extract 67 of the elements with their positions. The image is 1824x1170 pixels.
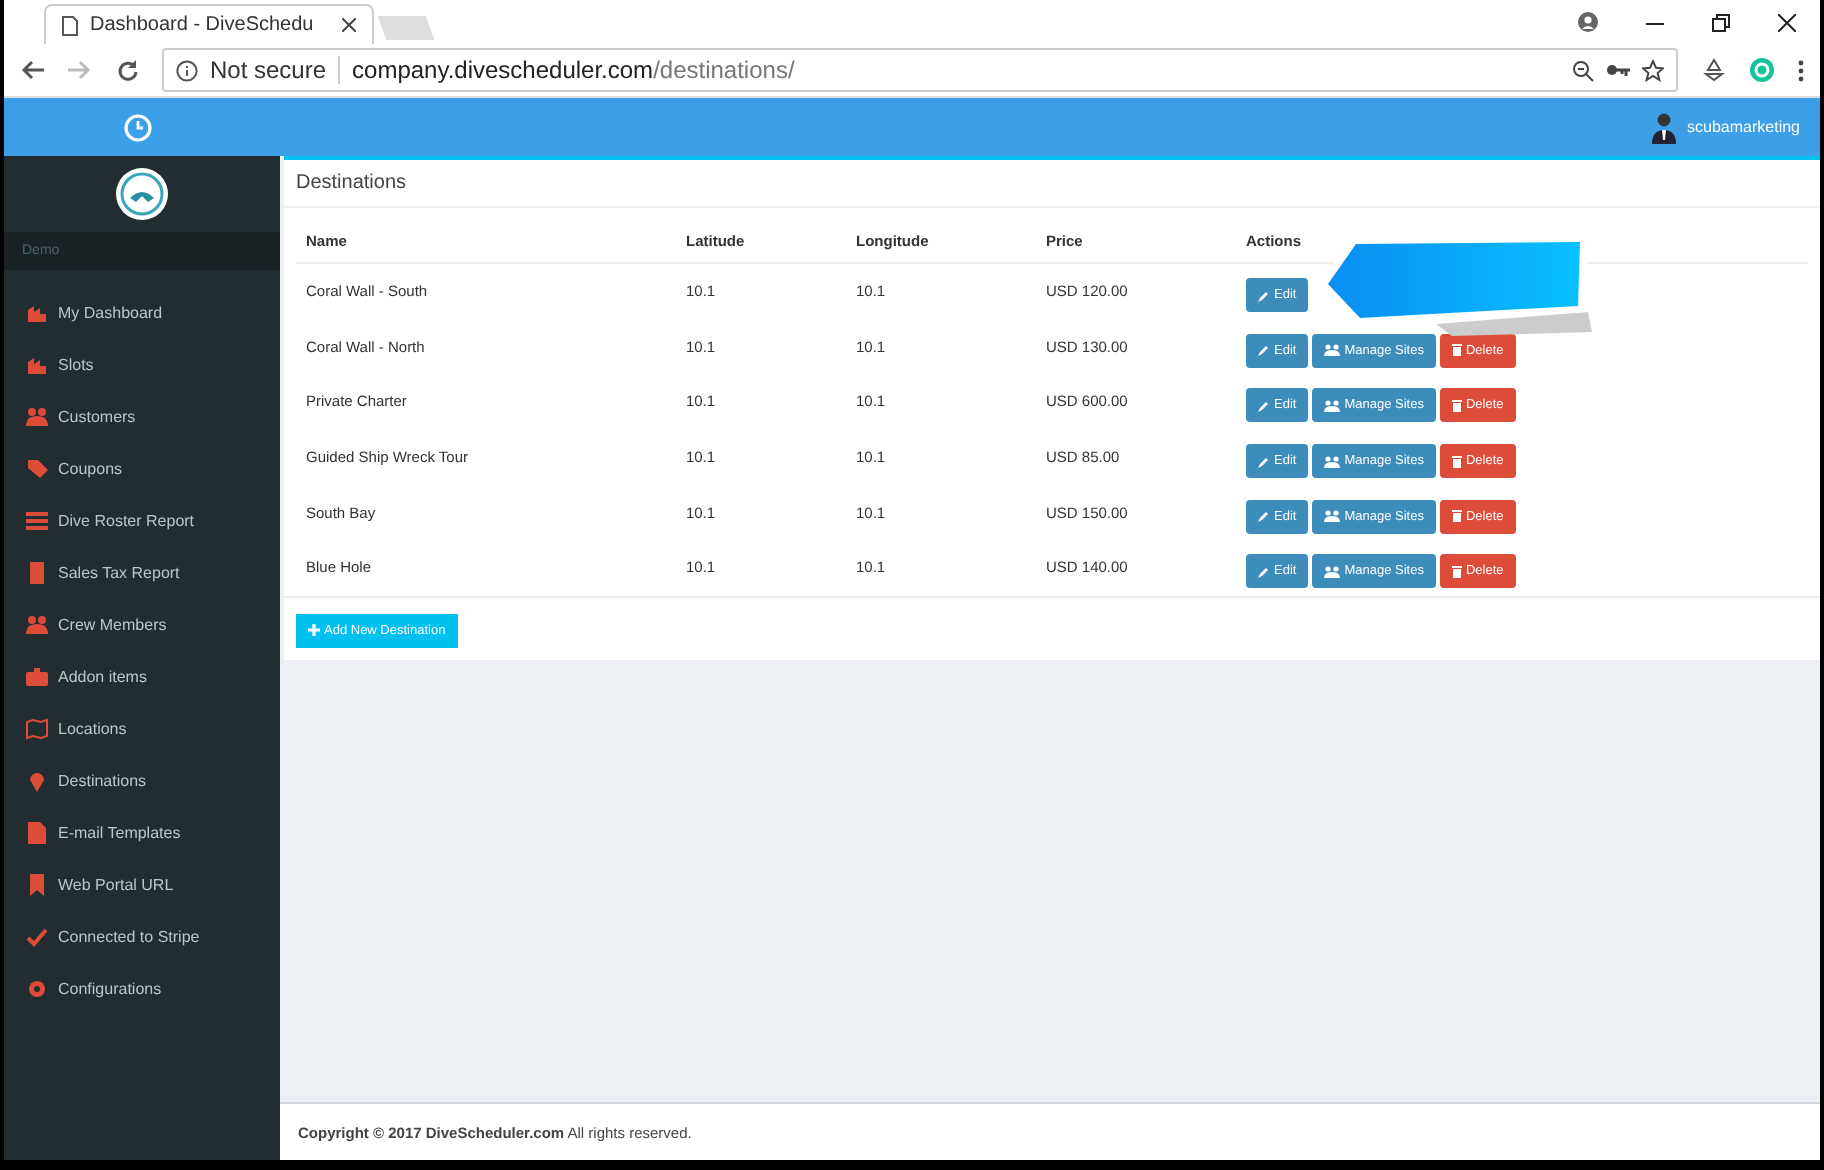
browser-tab[interactable]: Dashboard - DiveSchedu [44,4,374,44]
people-icon [1324,455,1341,468]
info-icon [176,59,198,81]
pencil-icon [1258,510,1270,523]
document-icon [26,561,48,583]
file-icon [26,821,48,843]
page-icon [62,15,78,35]
sidebar-item[interactable]: Crew Members [4,598,280,650]
close-icon[interactable] [1778,13,1796,31]
people-icon [26,613,48,635]
pencil-icon [1258,565,1270,578]
bookmark-icon [26,873,48,895]
sidebar-item[interactable]: Slots [4,338,280,390]
building-icon [26,301,48,323]
reload-icon[interactable] [116,59,138,81]
tag-icon [26,457,48,479]
sidebar-item[interactable]: Locations [4,702,280,754]
restore-icon[interactable] [1712,13,1730,31]
sidebar-item[interactable]: E-mail Templates [4,806,280,858]
sidebar-item[interactable]: Customers [4,390,280,442]
briefcase-icon [26,665,48,687]
sidebar-item[interactable]: Connected to Stripe [4,910,280,962]
sidebar-item[interactable]: Destinations [4,754,280,806]
pin-icon [26,769,48,791]
trash-icon [1451,344,1462,357]
security-label: Not secure [210,56,341,84]
pencil-icon [1258,455,1270,468]
sidebar-item[interactable]: Web Portal URL [4,858,280,910]
menu-icon[interactable] [1798,59,1804,81]
logo-icon [116,168,168,220]
check-icon [26,925,48,947]
people-icon [1324,510,1341,523]
pencil-icon [1258,399,1270,412]
star-icon[interactable] [1642,59,1664,81]
recycle-icon[interactable] [1702,58,1726,82]
sidebar-item[interactable]: Coupons [4,442,280,494]
gear-icon [26,977,48,999]
map-icon [26,717,48,739]
username[interactable]: scubamarketing [1687,118,1800,136]
trash-icon [1451,399,1462,412]
panel-title: Destinations [296,172,407,194]
trash-icon [1451,455,1462,468]
list-icon [26,509,48,531]
key-icon[interactable] [1606,62,1630,78]
avatar-icon[interactable] [1651,111,1676,143]
close-icon[interactable] [342,18,356,32]
sidebar-item[interactable]: Configurations [4,962,280,1014]
people-icon [1324,344,1341,357]
pencil-icon [1258,289,1270,302]
url-text: company.divescheduler.com/destinations/ [352,56,795,84]
people-icon [1324,565,1341,578]
back-icon[interactable] [20,60,44,80]
plus-icon [308,624,320,637]
address-bar[interactable]: Not secure company.divescheduler.com/destinations/ [162,48,1678,92]
trash-icon [1451,565,1462,578]
clock-icon[interactable] [124,113,152,141]
people-icon [1324,399,1341,412]
building-icon [26,353,48,375]
sidebar-item[interactable]: Sales Tax Report [4,546,280,598]
people-icon [26,405,48,427]
trash-icon [1451,510,1462,523]
pencil-icon [1258,344,1270,357]
zoom-out-icon[interactable] [1572,59,1594,81]
sidebar-item[interactable]: Addon items [4,650,280,702]
profile-icon[interactable] [1578,12,1598,32]
sidebar-item[interactable]: My Dashboard [4,286,280,338]
sidebar-item[interactable]: Dive Roster Report [4,494,280,546]
